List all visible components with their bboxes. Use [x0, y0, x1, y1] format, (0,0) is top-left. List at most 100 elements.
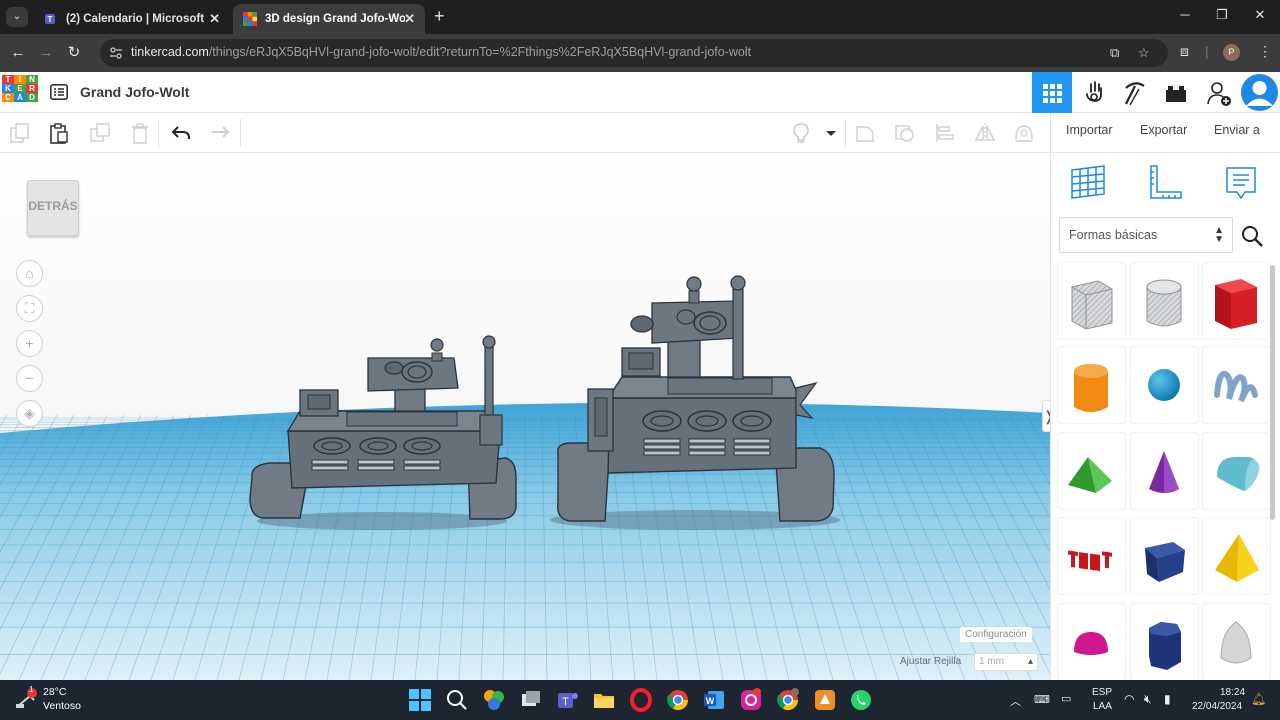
search-icon[interactable]	[445, 688, 469, 712]
extensions-icon[interactable]: ⧈	[1180, 43, 1189, 60]
widgets-icon[interactable]	[482, 688, 506, 712]
maximize-icon[interactable]: ❐	[1212, 7, 1232, 23]
view-cube[interactable]: DETRÁS	[27, 180, 79, 236]
user-avatar[interactable]	[1241, 74, 1278, 111]
bookmark-star-icon[interactable]: ☆	[1138, 45, 1150, 61]
battery-icon[interactable]: ▮	[1164, 692, 1171, 706]
reload-icon[interactable]: ↻	[64, 43, 84, 63]
workplane-icon[interactable]	[1070, 164, 1106, 202]
shape-paraboloid[interactable]	[1203, 604, 1270, 680]
export-button[interactable]: Exportar	[1140, 123, 1187, 137]
paste-icon[interactable]	[48, 122, 70, 144]
shape-hexagonal-prism[interactable]	[1131, 604, 1198, 680]
teams-icon[interactable]: T	[556, 688, 580, 712]
tab-tinkercad-design[interactable]: 3D design Grand Jofo-Wolt - T ✕	[233, 4, 425, 34]
3d-view-mode-button[interactable]	[1032, 72, 1072, 113]
opera-icon[interactable]	[629, 688, 653, 712]
lightbulb-icon[interactable]	[790, 122, 812, 144]
app-orange-icon[interactable]	[813, 688, 837, 712]
ruler-icon[interactable]	[1147, 164, 1183, 202]
shape-box-hole[interactable]	[1058, 263, 1125, 339]
shape-box[interactable]	[1203, 263, 1270, 339]
file-explorer-icon[interactable]	[592, 688, 616, 712]
task-view-icon[interactable]	[519, 688, 543, 712]
panel-scrollbar[interactable]	[1270, 265, 1275, 520]
back-icon[interactable]: ←	[8, 43, 28, 63]
shape-scribble[interactable]	[1203, 347, 1270, 423]
browser-menu-icon[interactable]: ⋮	[1258, 43, 1272, 60]
volume-muted-icon[interactable]: 🔇︎	[1144, 692, 1152, 707]
mirror-icon[interactable]	[974, 122, 996, 144]
site-info-icon[interactable]	[109, 46, 123, 60]
workplane-scene[interactable]	[0, 153, 1050, 680]
shape-cylinder-hole[interactable]	[1131, 263, 1198, 339]
group-icon[interactable]	[854, 122, 876, 144]
clock-date[interactable]: 22/04/2024	[1192, 701, 1242, 712]
input-layout[interactable]: LAA	[1093, 701, 1112, 712]
weather-icon[interactable]	[14, 688, 38, 712]
chevron-down-icon[interactable]	[820, 122, 842, 144]
send-to-button[interactable]: Enviar a	[1214, 123, 1260, 137]
show-hidden-icons-icon[interactable]: ︿	[1010, 693, 1021, 709]
shape-polygon-block[interactable]	[1131, 518, 1198, 594]
cruise-icon[interactable]	[1013, 122, 1035, 144]
wifi-icon[interactable]: ◠	[1124, 692, 1134, 706]
address-bar[interactable]: tinkercad.com/things/eRJqX5BqHVl-grand-j…	[100, 39, 1168, 67]
display-icon[interactable]: ▭	[1061, 692, 1071, 705]
fit-view-icon[interactable]: ⛶	[16, 295, 43, 322]
windows-start-icon[interactable]	[408, 688, 432, 712]
minimize-icon[interactable]: ─	[1175, 7, 1195, 22]
chrome-profile-icon[interactable]	[776, 688, 800, 712]
tab-teams-calendar[interactable]: T (2) Calendario | Microsoft Team ✕	[34, 4, 230, 34]
ungroup-icon[interactable]	[894, 122, 916, 144]
snap-grid-select[interactable]: 1 mm ▴	[974, 653, 1038, 671]
notes-icon[interactable]	[1223, 164, 1259, 202]
delete-icon[interactable]	[129, 122, 151, 144]
new-tab-icon[interactable]: +	[434, 6, 445, 27]
shape-pyramid[interactable]	[1203, 518, 1270, 594]
close-tab-icon[interactable]: ✕	[404, 11, 415, 27]
word-icon[interactable]: W	[702, 688, 726, 712]
home-view-icon[interactable]: ⌂	[16, 260, 43, 287]
search-icon[interactable]	[1240, 224, 1264, 248]
close-tab-icon[interactable]: ✕	[209, 11, 220, 27]
install-app-icon[interactable]: ⧉	[1110, 45, 1119, 61]
copy-icon[interactable]	[9, 122, 31, 144]
input-language[interactable]: ESP	[1092, 687, 1112, 698]
shape-sphere[interactable]	[1131, 347, 1198, 423]
shape-cylinder[interactable]	[1058, 347, 1125, 423]
sim-lab-button[interactable]	[1074, 72, 1114, 113]
close-window-icon[interactable]: ✕	[1250, 7, 1270, 23]
invite-user-button[interactable]	[1199, 72, 1239, 113]
clock-time[interactable]: 18:24	[1220, 687, 1245, 698]
tab-search-dropdown-icon[interactable]: ⌄	[6, 7, 28, 27]
zoom-in-icon[interactable]: +	[16, 330, 43, 357]
blocks-button[interactable]	[1115, 72, 1155, 113]
shape-roof[interactable]	[1058, 433, 1125, 509]
chrome-icon[interactable]	[666, 688, 690, 712]
import-button[interactable]: Importar	[1066, 123, 1113, 137]
perspective-icon[interactable]: ◈	[16, 400, 43, 427]
notifications-bell-icon[interactable]: 🔔︎	[1251, 692, 1266, 706]
instagram-icon[interactable]	[739, 688, 763, 712]
design-list-icon[interactable]	[50, 84, 68, 100]
zoom-out-icon[interactable]: −	[16, 365, 43, 392]
design-title[interactable]: Grand Jofo-Wolt	[80, 84, 189, 100]
shape-library-select[interactable]: Formas básicas ▲ ▼	[1059, 217, 1233, 253]
undo-icon[interactable]	[170, 122, 192, 144]
profile-avatar[interactable]: P	[1223, 44, 1240, 61]
3d-workplane-viewport[interactable]	[0, 153, 1050, 680]
bricks-button[interactable]	[1156, 72, 1196, 113]
tinkercad-logo[interactable]: T I N K E R C A D	[2, 75, 38, 111]
shape-cone[interactable]	[1131, 433, 1198, 509]
align-icon[interactable]	[934, 122, 956, 144]
shape-round-roof[interactable]	[1203, 433, 1270, 509]
whatsapp-icon[interactable]	[849, 688, 873, 712]
keyboard-icon[interactable]: ⌨	[1034, 693, 1050, 706]
redo-icon[interactable]	[209, 122, 231, 144]
settings-button[interactable]: Configuración	[960, 627, 1032, 642]
forward-icon[interactable]: →	[36, 43, 56, 63]
shape-half-sphere[interactable]	[1058, 604, 1125, 680]
duplicate-icon[interactable]	[89, 122, 111, 144]
shape-text[interactable]	[1058, 518, 1125, 594]
